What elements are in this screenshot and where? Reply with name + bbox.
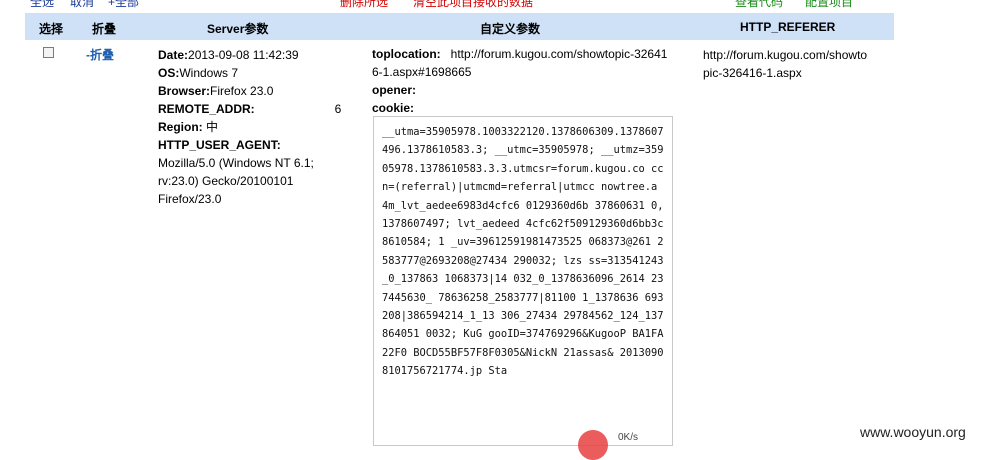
browser-label: Browser:: [158, 84, 211, 98]
opener-label: opener:: [372, 83, 417, 97]
header-select: 选择: [39, 22, 64, 36]
server-params: Date:2013-09-08 11:42:39 OS:Windows 7 Br…: [158, 46, 341, 208]
os-label: OS:: [158, 66, 180, 80]
header-custom-params: 自定义参数: [480, 22, 541, 36]
header-server-params: Server参数: [207, 22, 269, 36]
cancel-link[interactable]: 取消: [70, 0, 94, 10]
user-agent-label: HTTP_USER_AGENT:: [158, 138, 281, 152]
cookie-textarea[interactable]: __utma=35905978.1003322120.1378606309.13…: [373, 116, 673, 446]
date-label: Date:: [158, 48, 189, 62]
browser-value: Firefox 23.0: [210, 84, 274, 98]
date-value: 2013-09-08 11:42:39: [188, 48, 299, 62]
row-checkbox[interactable]: [43, 47, 54, 58]
show-all-link[interactable]: +全部: [108, 0, 139, 10]
header-http-referer: HTTP_REFERER: [740, 20, 836, 34]
config-project-link[interactable]: 配置项目: [805, 0, 853, 10]
remote-addr-label: REMOTE_ADDR:: [158, 102, 255, 116]
http-referer-value: http://forum.kugou.com/showtopic-326416-…: [703, 48, 868, 80]
clear-data-link[interactable]: 清空此项目接收的数据: [413, 0, 533, 10]
cookie-label: cookie:: [372, 101, 415, 115]
select-all-link[interactable]: 全选: [30, 0, 54, 10]
toolbar: 全选 取消 +全部 删除所选 清空此项目接收的数据 查看代码 配置项目: [0, 0, 997, 10]
speed-widget-text: 0K/s: [618, 432, 639, 443]
user-agent-value: Mozilla/5.0 (Windows NT 6.1; rv:23.0) Ge…: [158, 156, 314, 206]
fold-link[interactable]: -折叠: [86, 46, 114, 63]
os-value: Windows 7: [179, 66, 239, 80]
header-fold: 折叠: [92, 22, 117, 36]
speed-widget-icon[interactable]: [578, 430, 608, 460]
view-code-link[interactable]: 查看代码: [735, 0, 783, 10]
watermark: www.wooyun.org: [860, 424, 966, 440]
region-label: Region:: [158, 120, 203, 134]
delete-selected-link[interactable]: 删除所选: [340, 0, 388, 10]
cookie-value: __utma=35905978.1003322120.1378606309.13…: [382, 126, 664, 378]
table-header: 选择 折叠 Server参数 自定义参数 HTTP_REFERER: [25, 13, 894, 40]
remote-addr-value: 6: [334, 102, 342, 116]
toplocation-label: toplocation:: [372, 47, 441, 61]
region-value: 中: [206, 120, 219, 134]
custom-params: toplocation: http://forum.kugou.com/show…: [372, 45, 672, 117]
